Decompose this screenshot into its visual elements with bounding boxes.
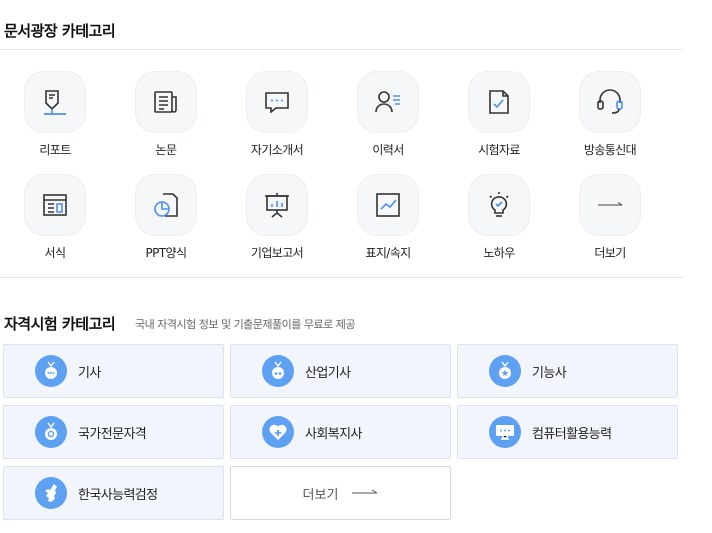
exam-category-subtitle: 국내 자격시험 정보 및 기출문제풀이를 무료로 제공 [135, 318, 356, 331]
form-layout-icon [24, 174, 86, 236]
arrow-right-icon [352, 489, 378, 494]
heart-plus-icon [262, 416, 294, 448]
exam-category-title: 자격시험 카테고리 [4, 315, 116, 333]
exam-label: 기능사 [532, 365, 567, 381]
newspaper-icon [135, 71, 197, 133]
category-ppt[interactable]: PPT양식 [116, 174, 216, 261]
exam-engineer-button[interactable]: 기사 [3, 344, 224, 398]
exam-label: 기사 [78, 365, 101, 381]
exam-label: 국가전문자격 [78, 426, 147, 442]
category-form[interactable]: 서식 [5, 174, 105, 261]
exam-national-professional-button[interactable]: 국가전문자격 [3, 405, 224, 459]
category-label: 리포트 [39, 143, 71, 157]
category-label: 시험자료 [478, 143, 520, 157]
category-label: PPT양식 [145, 246, 187, 260]
category-resume[interactable]: 이력서 [338, 71, 438, 158]
top-divider [0, 49, 683, 50]
category-label: 노하우 [483, 246, 515, 260]
medal-dots-icon [35, 355, 67, 387]
exam-korean-history-button[interactable]: 한국사능력검정 [3, 466, 224, 520]
exam-industrial-engineer-button[interactable]: 산업기사 [230, 344, 451, 398]
exam-craftsman-button[interactable]: 기능사 [457, 344, 678, 398]
medal-ring-icon [35, 416, 67, 448]
category-label: 서식 [44, 246, 66, 260]
pie-doc-icon [135, 174, 197, 236]
arrow-right-icon [579, 174, 641, 236]
monitor-icon [489, 416, 521, 448]
middle-divider [0, 277, 683, 278]
speech-bubble-icon [246, 71, 308, 133]
category-exam-material[interactable]: 시험자료 [449, 71, 549, 158]
person-list-icon [357, 71, 419, 133]
picture-chart-icon [357, 174, 419, 236]
category-more[interactable]: 더보기 [560, 174, 660, 261]
report-pen-icon [24, 71, 86, 133]
more-label: 더보기 [302, 487, 339, 503]
exam-social-worker-button[interactable]: 사회복지사 [230, 405, 451, 459]
doc-category-title: 문서광장 카테고리 [4, 22, 116, 40]
medal-stars-icon [262, 355, 294, 387]
category-company-report[interactable]: 기업보고서 [227, 174, 327, 261]
exam-doc-icon [468, 71, 530, 133]
category-self-intro[interactable]: 자기소개서 [227, 71, 327, 158]
presentation-board-icon [246, 174, 308, 236]
category-label: 자기소개서 [250, 143, 304, 157]
medal-star-icon [489, 355, 521, 387]
headset-icon [579, 71, 641, 133]
category-report[interactable]: 리포트 [5, 71, 105, 158]
category-label: 방송통신대 [583, 143, 637, 157]
category-cover[interactable]: 표지/속지 [338, 174, 438, 261]
category-broadcast-univ[interactable]: 방송통신대 [560, 71, 660, 158]
category-knowhow[interactable]: 노하우 [449, 174, 549, 261]
exam-computer-skills-button[interactable]: 컴퓨터활용능력 [457, 405, 678, 459]
category-paper[interactable]: 논문 [116, 71, 216, 158]
category-label: 기업보고서 [250, 246, 304, 260]
exam-label: 산업기사 [305, 365, 351, 381]
category-label: 이력서 [372, 143, 404, 157]
exam-more-button[interactable]: 더보기 [230, 466, 451, 520]
exam-label: 사회복지사 [305, 426, 362, 442]
category-label: 논문 [155, 143, 177, 157]
exam-label: 컴퓨터활용능력 [532, 426, 612, 442]
korea-map-icon [35, 477, 67, 509]
category-label: 표지/속지 [365, 246, 411, 260]
category-label: 더보기 [594, 246, 626, 260]
lightbulb-icon [468, 174, 530, 236]
exam-label: 한국사능력검정 [78, 487, 158, 503]
